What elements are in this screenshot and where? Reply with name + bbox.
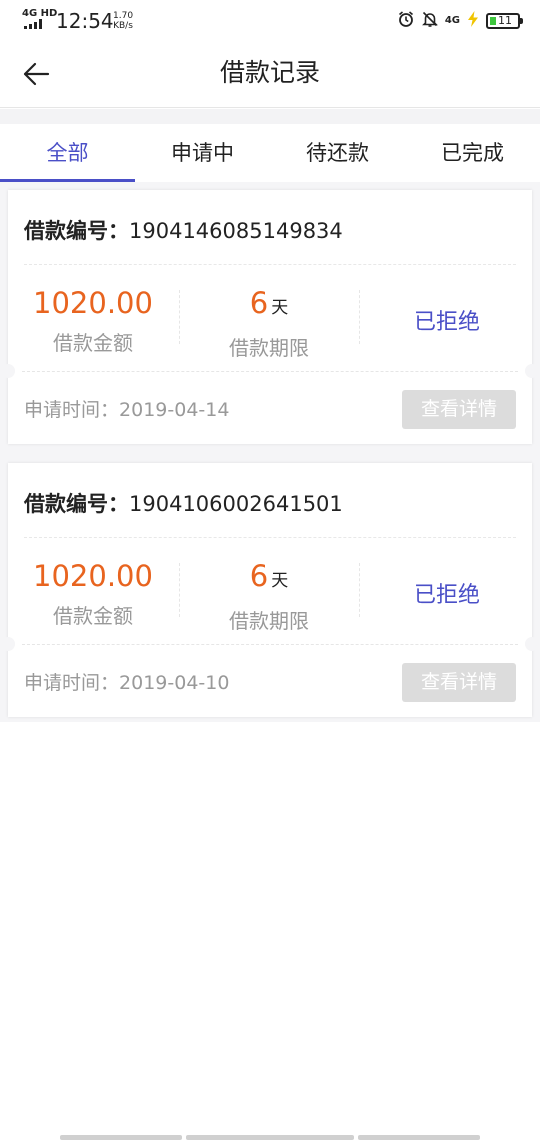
status-badge: 已拒绝 — [413, 310, 480, 335]
bell-off-icon — [421, 10, 439, 32]
divider — [359, 563, 360, 617]
tab-to-repay[interactable]: 待还款 — [270, 124, 405, 182]
page-title: 借款记录 — [219, 58, 320, 87]
divider — [24, 264, 516, 265]
ticket-notch — [1, 637, 15, 651]
term-block: 6天 借款期限 — [184, 278, 354, 363]
ticket-notch — [525, 364, 539, 378]
loan-number: 借款编号：1904146085149834 — [24, 219, 343, 243]
tab-completed[interactable]: 已完成 — [405, 124, 540, 182]
nav-hint-center — [186, 1135, 354, 1140]
amount-label: 借款金额 — [53, 331, 133, 355]
status-bar: 4G HD 12:54 1.70 KB/s 4G 11 — [0, 0, 540, 40]
tab-all[interactable]: 全部 — [0, 124, 135, 182]
clock: 12:54 — [56, 9, 114, 33]
loan-term: 6天 — [249, 286, 289, 320]
status-badge: 已拒绝 — [413, 583, 480, 608]
amount-block: 1020.00 借款金额 — [8, 278, 178, 358]
network-type: 4G HD — [22, 8, 58, 19]
loan-amount: 1020.00 — [33, 559, 153, 593]
loan-card: 借款编号：1904106002641501 1020.00 借款金额 6天 借款… — [1, 463, 539, 717]
header-divider — [0, 109, 540, 124]
apply-time: 申请时间：2019-04-10 — [24, 672, 230, 694]
battery-icon: 11 — [486, 13, 523, 29]
divider — [179, 290, 180, 344]
ticket-notch — [525, 637, 539, 651]
signal-icon — [24, 19, 46, 29]
loan-card: 借款编号：1904146085149834 1020.00 借款金额 6天 借款… — [1, 190, 539, 444]
filter-tabs: 全部 申请中 待还款 已完成 — [0, 124, 540, 182]
apply-time: 申请时间：2019-04-14 — [24, 399, 230, 421]
divider — [179, 563, 180, 617]
term-label: 借款期限 — [229, 609, 309, 633]
charging-icon — [466, 10, 480, 32]
view-details-button[interactable]: 查看详情 — [402, 390, 516, 429]
loan-amount: 1020.00 — [33, 286, 153, 320]
battery-level: 11 — [498, 14, 512, 27]
term-label: 借款期限 — [229, 336, 309, 360]
cellular-4g: 4G — [444, 15, 460, 26]
nav-hint-left — [60, 1135, 182, 1140]
ticket-notch — [1, 364, 15, 378]
amount-label: 借款金额 — [53, 604, 133, 628]
nav-hint-right — [358, 1135, 480, 1140]
network-speed: 1.70 KB/s — [113, 11, 134, 31]
divider — [22, 371, 518, 372]
loan-term: 6天 — [249, 559, 289, 593]
divider — [359, 290, 360, 344]
amount-block: 1020.00 借款金额 — [8, 551, 178, 631]
alarm-icon — [397, 10, 415, 32]
tab-applying[interactable]: 申请中 — [135, 124, 270, 182]
term-block: 6天 借款期限 — [184, 551, 354, 636]
app-header: 借款记录 — [0, 40, 540, 108]
status-icons: 4G 11 — [397, 10, 523, 32]
divider — [24, 537, 516, 538]
divider — [22, 644, 518, 645]
loan-number: 借款编号：1904106002641501 — [24, 492, 343, 516]
view-details-button[interactable]: 查看详情 — [402, 663, 516, 702]
